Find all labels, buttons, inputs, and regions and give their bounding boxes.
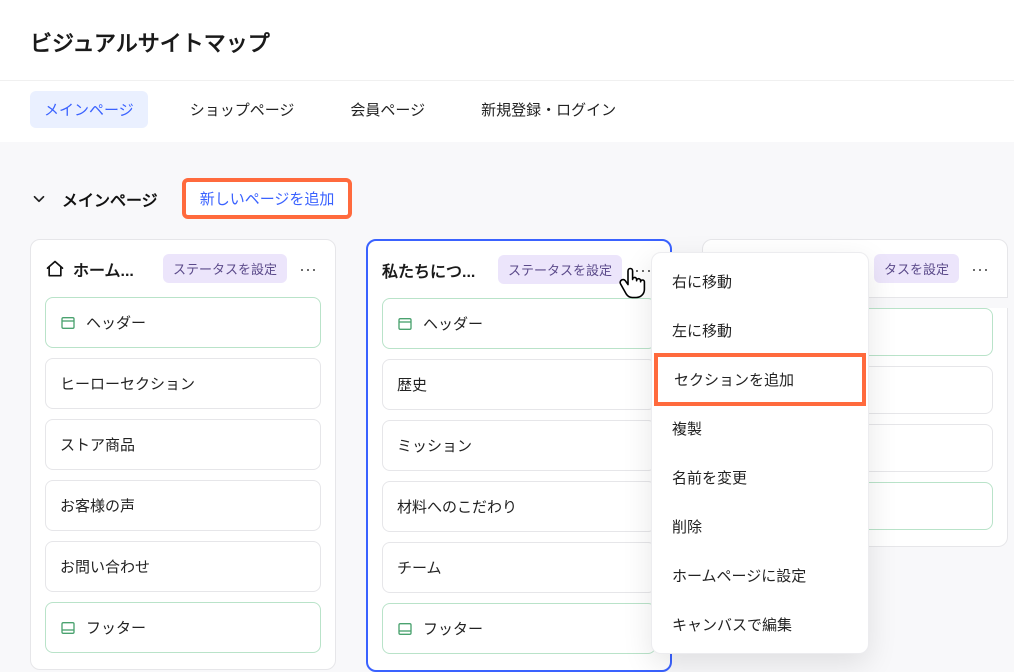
section-item-footer[interactable]: フッター <box>45 602 321 653</box>
card-head: 私たちにつ... ステータスを設定 ··· <box>382 255 656 284</box>
section-item[interactable]: チーム <box>382 542 656 593</box>
tab-shop[interactable]: ショップページ <box>176 91 309 128</box>
section-item-header[interactable]: ヘッダー <box>382 298 656 349</box>
menu-item-add-section[interactable]: セクションを追加 <box>654 353 866 406</box>
menu-item-move-left[interactable]: 左に移動 <box>652 306 868 355</box>
section-item[interactable]: ストア商品 <box>45 419 321 470</box>
section-label: ミッション <box>397 435 472 456</box>
section-header: メインページ 新しいページを追加 <box>0 142 1014 239</box>
more-icon[interactable]: ··· <box>295 260 321 278</box>
context-menu: 右に移動 左に移動 セクションを追加 複製 名前を変更 削除 ホームページに設定… <box>651 252 869 654</box>
tab-main[interactable]: メインページ <box>30 91 148 128</box>
section-label: フッター <box>86 617 146 638</box>
section-item[interactable]: お客様の声 <box>45 480 321 531</box>
layout-icon <box>60 620 76 636</box>
section-item-footer[interactable]: フッター <box>382 603 656 654</box>
cursor-hand-icon <box>616 265 648 299</box>
section-item[interactable]: ヒーローセクション <box>45 358 321 409</box>
menu-item-edit-canvas[interactable]: キャンバスで編集 <box>652 600 868 649</box>
tabbar: メインページ ショップページ 会員ページ 新規登録・ログイン <box>0 81 1014 142</box>
layout-icon <box>397 621 413 637</box>
section-list: ヘッダー 歴史 ミッション 材料へのこだわり チーム フッター <box>382 298 656 654</box>
menu-item-set-home[interactable]: ホームページに設定 <box>652 551 868 600</box>
menu-item-rename[interactable]: 名前を変更 <box>652 453 868 502</box>
chevron-down-icon[interactable] <box>30 190 48 208</box>
section-item[interactable]: 材料へのこだわり <box>382 481 656 532</box>
section-item[interactable]: ミッション <box>382 420 656 471</box>
section-label: ヘッダー <box>86 312 146 333</box>
page-title: ビジュアルサイトマップ <box>0 0 1014 81</box>
section-list: ヘッダー ヒーローセクション ストア商品 お客様の声 お問い合わせ フッター <box>45 297 321 653</box>
menu-item-duplicate[interactable]: 複製 <box>652 404 868 453</box>
home-icon <box>45 259 65 279</box>
add-page-button[interactable]: 新しいページを追加 <box>182 178 353 219</box>
section-label: 材料へのこだわり <box>397 496 517 517</box>
page-card-home[interactable]: ホーム... ステータスを設定 ··· ヘッダー ヒーローセクション ストア商品… <box>30 239 336 670</box>
section-item[interactable]: 歴史 <box>382 359 656 410</box>
more-icon[interactable]: ··· <box>967 260 993 278</box>
section-label: フッター <box>423 618 483 639</box>
section-item[interactable]: お問い合わせ <box>45 541 321 592</box>
section-item-header[interactable]: ヘッダー <box>45 297 321 348</box>
tab-member[interactable]: 会員ページ <box>336 91 439 128</box>
layout-icon <box>397 316 413 332</box>
tab-login[interactable]: 新規登録・ログイン <box>467 91 630 128</box>
section-label: チーム <box>397 557 442 578</box>
section-label: 歴史 <box>397 374 427 395</box>
section-label: ヘッダー <box>423 313 483 334</box>
section-title: メインページ <box>62 187 158 211</box>
status-chip[interactable]: ステータスを設定 <box>163 254 287 283</box>
card-title: ホーム... <box>73 257 155 281</box>
menu-item-move-right[interactable]: 右に移動 <box>652 257 868 306</box>
status-chip[interactable]: ステータスを設定 <box>498 255 622 284</box>
section-label: お問い合わせ <box>60 556 150 577</box>
section-label: ストア商品 <box>60 434 135 455</box>
card-title: 私たちにつ... <box>382 258 490 282</box>
page-card-about[interactable]: 私たちにつ... ステータスを設定 ··· ヘッダー 歴史 ミッション 材料への… <box>366 239 672 672</box>
menu-item-delete[interactable]: 削除 <box>652 502 868 551</box>
section-label: ヒーローセクション <box>60 373 195 394</box>
card-head: ホーム... ステータスを設定 ··· <box>45 254 321 283</box>
layout-icon <box>60 315 76 331</box>
status-chip[interactable]: タスを設定 <box>874 254 959 283</box>
section-label: お客様の声 <box>60 495 135 516</box>
